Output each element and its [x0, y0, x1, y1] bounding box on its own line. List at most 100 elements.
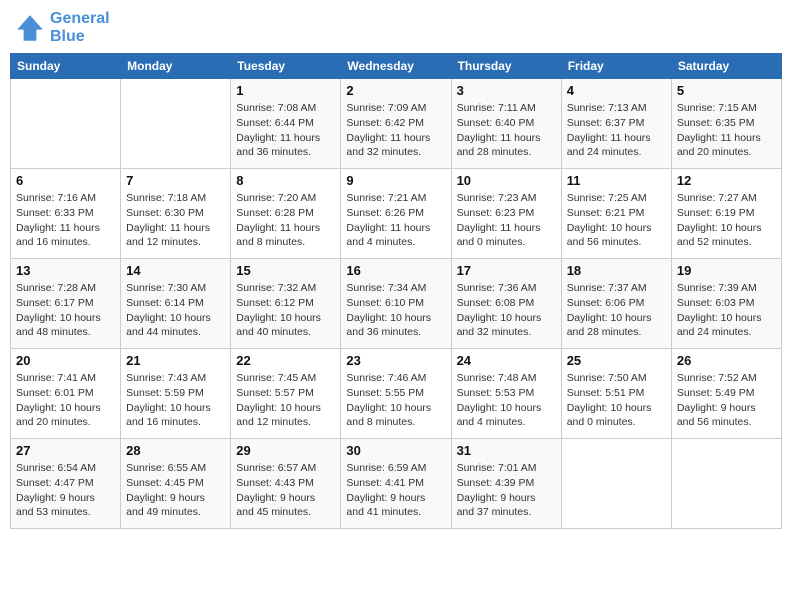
calendar-week-2: 6Sunrise: 7:16 AM Sunset: 6:33 PM Daylig… [11, 169, 782, 259]
day-info: Sunrise: 7:16 AM Sunset: 6:33 PM Dayligh… [16, 191, 115, 250]
calendar-week-3: 13 Sunrise: 7:28 AM Sunset: 6:17 PM Dayli… [11, 259, 782, 349]
day-info: Sunrise: 7:36 AM Sunset: 6:08 PM Dayligh… [457, 281, 556, 340]
calendar-cell: 8Sunrise: 7:20 AM Sunset: 6:28 PM Daylig… [231, 169, 341, 259]
day-number: 11 [567, 173, 666, 188]
day-info: Sunrise: 7:37 AM Sunset: 6:06 PM Dayligh… [567, 281, 666, 340]
day-number: 14 [126, 263, 225, 278]
calendar-cell: 19Sunrise: 7:39 AM Sunset: 6:03 PM Dayli… [671, 259, 781, 349]
day-number: 9 [346, 173, 445, 188]
calendar-week-5: 27 Sunrise: 6:54 AM Sunset: 4:47 PM Dayli… [11, 439, 782, 529]
day-number: 1 [236, 83, 335, 98]
calendar-cell: 11 Sunrise: 7:25 AM Sunset: 6:21 PM Dayli… [561, 169, 671, 259]
calendar-cell: 13 Sunrise: 7:28 AM Sunset: 6:17 PM Dayli… [11, 259, 121, 349]
calendar-cell: 30Sunrise: 6:59 AM Sunset: 4:41 PM Dayli… [341, 439, 451, 529]
calendar-week-4: 20 Sunrise: 7:41 AM Sunset: 6:01 PM Dayli… [11, 349, 782, 439]
logo-text: General Blue [50, 10, 110, 45]
day-info: Sunrise: 7:28 AM Sunset: 6:17 PM Dayligh… [16, 281, 115, 340]
day-info: Sunrise: 7:08 AM Sunset: 6:44 PM Dayligh… [236, 101, 335, 160]
day-number: 17 [457, 263, 556, 278]
calendar-cell: 10 Sunrise: 7:23 AM Sunset: 6:23 PM Dayli… [451, 169, 561, 259]
day-number: 7 [126, 173, 225, 188]
day-number: 29 [236, 443, 335, 458]
day-number: 23 [346, 353, 445, 368]
day-number: 26 [677, 353, 776, 368]
calendar-body: 1 Sunrise: 7:08 AM Sunset: 6:44 PM Daylig… [11, 79, 782, 529]
calendar-cell: 16Sunrise: 7:34 AM Sunset: 6:10 PM Dayli… [341, 259, 451, 349]
calendar-cell: 5 Sunrise: 7:15 AM Sunset: 6:35 PM Daylig… [671, 79, 781, 169]
calendar-header-row: SundayMondayTuesdayWednesdayThursdayFrid… [11, 54, 782, 79]
day-number: 5 [677, 83, 776, 98]
day-info: Sunrise: 7:30 AM Sunset: 6:14 PM Dayligh… [126, 281, 225, 340]
calendar-cell: 27 Sunrise: 6:54 AM Sunset: 4:47 PM Dayli… [11, 439, 121, 529]
day-number: 20 [16, 353, 115, 368]
day-info: Sunrise: 7:25 AM Sunset: 6:21 PM Dayligh… [567, 191, 666, 250]
column-header-wednesday: Wednesday [341, 54, 451, 79]
calendar-cell: 20 Sunrise: 7:41 AM Sunset: 6:01 PM Dayli… [11, 349, 121, 439]
day-number: 25 [567, 353, 666, 368]
day-info: Sunrise: 7:39 AM Sunset: 6:03 PM Dayligh… [677, 281, 776, 340]
calendar-cell: 9 Sunrise: 7:21 AM Sunset: 6:26 PM Daylig… [341, 169, 451, 259]
day-number: 31 [457, 443, 556, 458]
day-number: 15 [236, 263, 335, 278]
calendar-cell: 1 Sunrise: 7:08 AM Sunset: 6:44 PM Daylig… [231, 79, 341, 169]
calendar-cell: 7 Sunrise: 7:18 AM Sunset: 6:30 PM Daylig… [121, 169, 231, 259]
day-info: Sunrise: 7:01 AM Sunset: 4:39 PM Dayligh… [457, 461, 556, 520]
day-number: 16 [346, 263, 445, 278]
day-number: 21 [126, 353, 225, 368]
day-number: 3 [457, 83, 556, 98]
calendar-cell: 24Sunrise: 7:48 AM Sunset: 5:53 PM Dayli… [451, 349, 561, 439]
calendar-cell: 2 Sunrise: 7:09 AM Sunset: 6:42 PM Daylig… [341, 79, 451, 169]
day-number: 27 [16, 443, 115, 458]
day-info: Sunrise: 6:57 AM Sunset: 4:43 PM Dayligh… [236, 461, 335, 520]
day-info: Sunrise: 6:55 AM Sunset: 4:45 PM Dayligh… [126, 461, 225, 520]
day-number: 12 [677, 173, 776, 188]
day-info: Sunrise: 7:23 AM Sunset: 6:23 PM Dayligh… [457, 191, 556, 250]
day-number: 28 [126, 443, 225, 458]
day-info: Sunrise: 7:32 AM Sunset: 6:12 PM Dayligh… [236, 281, 335, 340]
calendar-cell: 12 Sunrise: 7:27 AM Sunset: 6:19 PM Dayli… [671, 169, 781, 259]
page-header: General Blue [10, 10, 782, 45]
calendar-cell: 6Sunrise: 7:16 AM Sunset: 6:33 PM Daylig… [11, 169, 121, 259]
day-number: 18 [567, 263, 666, 278]
day-info: Sunrise: 7:48 AM Sunset: 5:53 PM Dayligh… [457, 371, 556, 430]
calendar-cell: 4Sunrise: 7:13 AM Sunset: 6:37 PM Daylig… [561, 79, 671, 169]
calendar-cell: 31 Sunrise: 7:01 AM Sunset: 4:39 PM Dayli… [451, 439, 561, 529]
day-info: Sunrise: 7:45 AM Sunset: 5:57 PM Dayligh… [236, 371, 335, 430]
column-header-monday: Monday [121, 54, 231, 79]
calendar-cell: 18 Sunrise: 7:37 AM Sunset: 6:06 PM Dayli… [561, 259, 671, 349]
calendar-cell [561, 439, 671, 529]
logo-icon [14, 12, 46, 44]
day-info: Sunrise: 7:21 AM Sunset: 6:26 PM Dayligh… [346, 191, 445, 250]
day-info: Sunrise: 7:43 AM Sunset: 5:59 PM Dayligh… [126, 371, 225, 430]
day-info: Sunrise: 7:27 AM Sunset: 6:19 PM Dayligh… [677, 191, 776, 250]
calendar-cell [121, 79, 231, 169]
day-info: Sunrise: 7:13 AM Sunset: 6:37 PM Dayligh… [567, 101, 666, 160]
day-info: Sunrise: 7:50 AM Sunset: 5:51 PM Dayligh… [567, 371, 666, 430]
day-info: Sunrise: 7:18 AM Sunset: 6:30 PM Dayligh… [126, 191, 225, 250]
calendar-table: SundayMondayTuesdayWednesdayThursdayFrid… [10, 53, 782, 529]
calendar-cell: 14 Sunrise: 7:30 AM Sunset: 6:14 PM Dayli… [121, 259, 231, 349]
day-info: Sunrise: 7:46 AM Sunset: 5:55 PM Dayligh… [346, 371, 445, 430]
column-header-thursday: Thursday [451, 54, 561, 79]
logo: General Blue [14, 10, 110, 45]
day-number: 13 [16, 263, 115, 278]
calendar-cell: 15 Sunrise: 7:32 AM Sunset: 6:12 PM Dayli… [231, 259, 341, 349]
calendar-week-1: 1 Sunrise: 7:08 AM Sunset: 6:44 PM Daylig… [11, 79, 782, 169]
day-number: 2 [346, 83, 445, 98]
day-info: Sunrise: 6:59 AM Sunset: 4:41 PM Dayligh… [346, 461, 445, 520]
day-number: 22 [236, 353, 335, 368]
day-number: 10 [457, 173, 556, 188]
calendar-cell: 17 Sunrise: 7:36 AM Sunset: 6:08 PM Dayli… [451, 259, 561, 349]
column-header-friday: Friday [561, 54, 671, 79]
day-info: Sunrise: 7:09 AM Sunset: 6:42 PM Dayligh… [346, 101, 445, 160]
calendar-cell: 23 Sunrise: 7:46 AM Sunset: 5:55 PM Dayli… [341, 349, 451, 439]
day-number: 8 [236, 173, 335, 188]
day-info: Sunrise: 7:15 AM Sunset: 6:35 PM Dayligh… [677, 101, 776, 160]
column-header-tuesday: Tuesday [231, 54, 341, 79]
calendar-cell: 28 Sunrise: 6:55 AM Sunset: 4:45 PM Dayli… [121, 439, 231, 529]
day-info: Sunrise: 6:54 AM Sunset: 4:47 PM Dayligh… [16, 461, 115, 520]
calendar-cell: 3Sunrise: 7:11 AM Sunset: 6:40 PM Daylig… [451, 79, 561, 169]
calendar-cell: 26Sunrise: 7:52 AM Sunset: 5:49 PM Dayli… [671, 349, 781, 439]
day-info: Sunrise: 7:41 AM Sunset: 6:01 PM Dayligh… [16, 371, 115, 430]
calendar-cell: 29 Sunrise: 6:57 AM Sunset: 4:43 PM Dayli… [231, 439, 341, 529]
